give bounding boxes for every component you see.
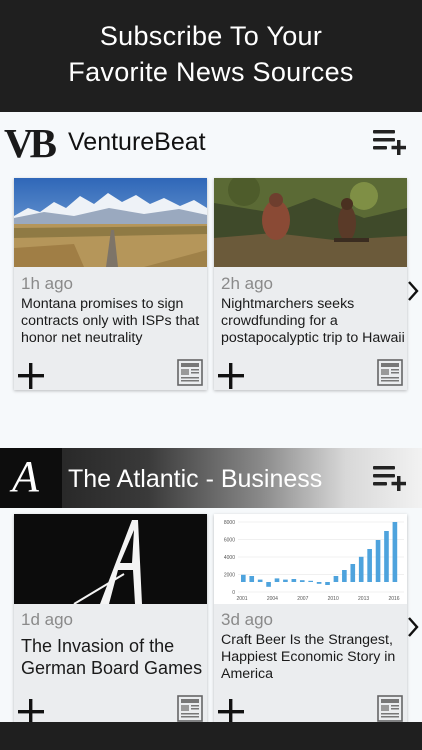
chart-x-tick-label: 2007 — [297, 596, 308, 602]
chart-bar — [316, 582, 322, 584]
plus-icon[interactable] — [16, 361, 46, 391]
chart-bar — [350, 564, 356, 582]
chart-bar — [392, 522, 398, 582]
chart-x-tick-label: 2004 — [267, 596, 278, 602]
the-atlantic-logo-text: A — [12, 452, 39, 501]
chart-x-tick-label: 2016 — [388, 596, 399, 602]
article-timestamp: 2h ago — [221, 274, 273, 293]
chart-bar — [249, 576, 255, 582]
chart-bar — [333, 576, 339, 582]
playlist-add-icon[interactable] — [373, 464, 407, 492]
chart-y-tick-label: 8000 — [224, 520, 235, 526]
source-section-the-atlantic: A The Atlantic - Business 1d ago The Inv… — [0, 448, 422, 722]
article-timestamp: 1h ago — [21, 274, 73, 293]
chevron-right-icon[interactable] — [406, 280, 420, 302]
chart-bar — [283, 579, 288, 582]
the-atlantic-logo: A — [0, 448, 62, 508]
article-thumbnail — [14, 178, 207, 267]
chart-bar — [257, 579, 263, 582]
article-card[interactable]: 1h ago Montana promises to sign contract… — [14, 178, 207, 390]
promo-title-line-1: Subscribe To Your — [99, 21, 323, 51]
venturebeat-logo: VB — [4, 124, 61, 162]
chart-bar — [274, 578, 280, 582]
source-header: VB VentureBeat — [0, 112, 422, 172]
chart-y-tick-label: 6000 — [224, 538, 235, 544]
bottom-bar — [0, 722, 422, 750]
plus-icon[interactable] — [16, 697, 46, 722]
article-title[interactable]: The Invasion of the German Board Games — [21, 635, 205, 679]
promo-title-line-2: Favorite News Sources — [68, 57, 354, 87]
chart-bar — [325, 582, 330, 585]
article-title[interactable]: Nightmarchers seeks crowdfunding for a p… — [221, 296, 405, 347]
chart-bar — [375, 540, 381, 582]
chart-x-tick-label: 2013 — [358, 596, 369, 602]
newspaper-icon[interactable] — [177, 695, 203, 722]
plus-icon[interactable] — [216, 697, 246, 722]
article-thumbnail — [214, 178, 407, 267]
chevron-right-icon[interactable] — [406, 616, 420, 638]
source-section-venturebeat: VB VentureBeat 1h ago Montana promises t… — [0, 112, 422, 442]
chart-bar — [308, 580, 313, 582]
source-name: The Atlantic - Business — [68, 465, 323, 493]
newspaper-icon[interactable] — [177, 359, 203, 386]
newspaper-icon[interactable] — [377, 695, 403, 722]
source-name: VentureBeat — [68, 128, 206, 156]
chart-y-tick-label: 0 — [232, 590, 235, 596]
article-card[interactable]: 8000 6000 4000 2000 0 2001 2004 2007 2010 2013 20… — [214, 514, 407, 722]
chart-x-tick-label: 2001 — [236, 596, 247, 602]
chart-bar — [384, 531, 389, 582]
article-timestamp: 1d ago — [21, 610, 73, 629]
article-card[interactable]: 1d ago The Invasion of the German Board … — [14, 514, 207, 722]
chart-y-tick-label: 2000 — [224, 573, 235, 579]
article-thumbnail — [14, 514, 207, 604]
promo-header: Subscribe To Your Favorite News Sources — [0, 0, 422, 112]
chart-bar — [291, 579, 297, 582]
chart-bar — [358, 556, 364, 582]
plus-icon[interactable] — [216, 361, 246, 391]
chart-bar — [241, 574, 246, 582]
chart-bar — [367, 549, 372, 582]
article-thumbnail-chart: 8000 6000 4000 2000 0 2001 2004 2007 2010 2013 20… — [214, 514, 407, 604]
article-title[interactable]: Craft Beer Is the Strangest, Happiest Ec… — [221, 632, 405, 683]
chart-bar — [266, 582, 271, 587]
source-header: A The Atlantic - Business — [0, 448, 422, 508]
newspaper-icon[interactable] — [377, 359, 403, 386]
chart-x-tick-label: 2010 — [328, 596, 339, 602]
chart-y-tick-label: 4000 — [224, 555, 235, 561]
article-timestamp: 3d ago — [221, 610, 273, 629]
article-card[interactable]: 2h ago Nightmarchers seeks crowdfunding … — [214, 178, 407, 390]
chart-bar — [299, 580, 305, 582]
chart-bar — [342, 570, 347, 582]
playlist-add-icon[interactable] — [373, 128, 407, 156]
feed-content[interactable]: VB VentureBeat 1h ago Montana promises t… — [0, 112, 422, 722]
article-title[interactable]: Montana promises to sign contracts only … — [21, 296, 205, 347]
